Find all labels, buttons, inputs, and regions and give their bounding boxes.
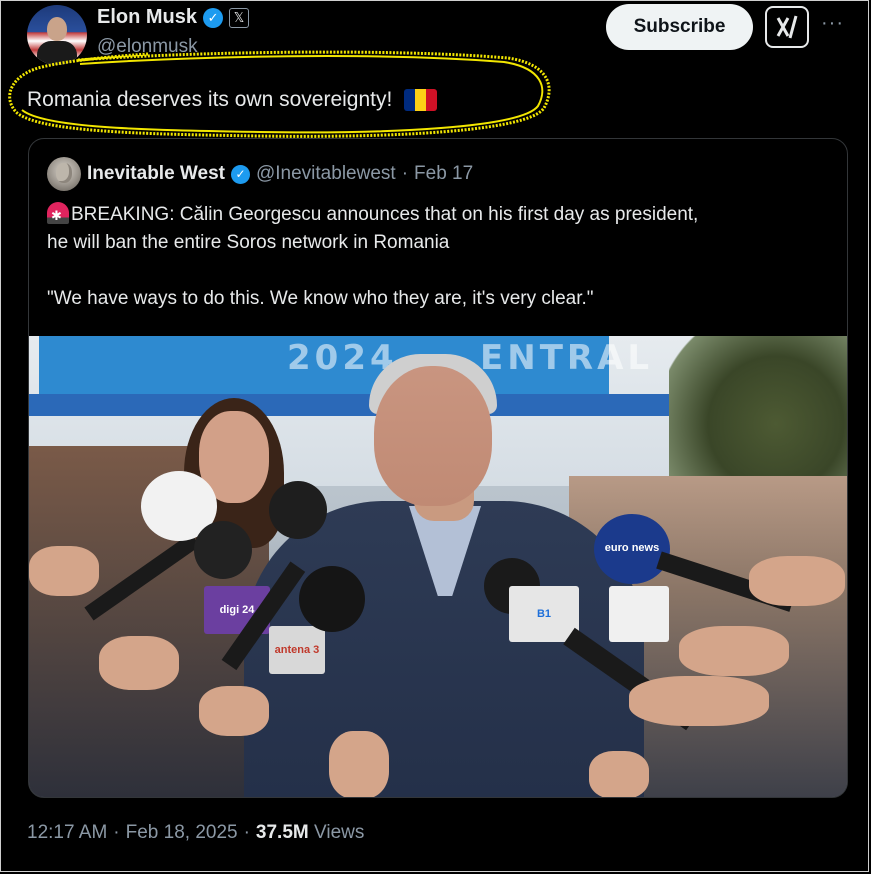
avatar-face bbox=[47, 17, 67, 41]
quoted-body: BREAKING: Călin Georgescu announces that… bbox=[47, 201, 827, 313]
quoted-separator: · bbox=[401, 163, 409, 184]
tweet-footer: 12:17 AM · Feb 18, 2025 · 37.5M Views bbox=[27, 822, 364, 844]
tweet-text-row: Romania deserves its own sovereignty! bbox=[27, 88, 438, 112]
views-count-row[interactable]: 37.5M Views bbox=[256, 822, 364, 844]
quoted-line-2: he will ban the entire Soros network in … bbox=[47, 232, 450, 253]
quoted-header: Inevitable West ✓ @Inevitablewest · Feb … bbox=[47, 157, 473, 191]
mic-flag-red bbox=[609, 586, 669, 642]
mic-head-dark-3 bbox=[299, 566, 365, 632]
tweet-date[interactable]: Feb 18, 2025 bbox=[126, 822, 238, 844]
author-handle[interactable]: @elonmusk bbox=[97, 36, 198, 58]
grok-icon[interactable] bbox=[765, 6, 809, 48]
tweet-text: Romania deserves its own sovereignty! bbox=[27, 88, 393, 111]
quoted-date[interactable]: Feb 17 bbox=[414, 163, 473, 185]
siren-icon bbox=[47, 202, 69, 230]
verified-badge-icon: ✓ bbox=[203, 7, 224, 28]
footer-separator-2: · bbox=[243, 822, 250, 843]
photo-hand-8 bbox=[749, 556, 845, 606]
author-name-row: Elon Musk ✓ 𝕏 bbox=[97, 6, 250, 29]
quoted-photo[interactable]: 2024 ... ENTRAL digi 24 antena 3 euro ne… bbox=[29, 336, 847, 797]
quoted-tweet-card[interactable]: Inevitable West ✓ @Inevitablewest · Feb … bbox=[28, 138, 848, 798]
quoted-verified-icon: ✓ bbox=[230, 164, 250, 184]
footer-separator-1: · bbox=[113, 822, 120, 843]
romania-flag-icon bbox=[404, 89, 438, 111]
views-count: 37.5M bbox=[255, 822, 309, 843]
photo-man-head bbox=[374, 366, 492, 506]
more-options-icon[interactable]: ··· bbox=[821, 12, 844, 35]
photo-hand-2 bbox=[99, 636, 179, 690]
mic-label-euronews: euro news bbox=[604, 542, 660, 554]
x-affiliate-icon: 𝕏 bbox=[229, 7, 250, 28]
photo-hand-3 bbox=[199, 686, 269, 736]
mic-head-dark-2 bbox=[194, 521, 252, 579]
photo-hand-7 bbox=[629, 676, 769, 726]
views-label: Views bbox=[314, 822, 365, 843]
photo-hand-5 bbox=[589, 751, 649, 797]
avatar-suit bbox=[37, 41, 77, 65]
subscribe-button[interactable]: Subscribe bbox=[606, 4, 753, 50]
author-avatar[interactable] bbox=[27, 5, 87, 65]
photo-stripe bbox=[29, 394, 669, 416]
mic-head-dark-1 bbox=[269, 481, 327, 539]
photo-hand-1 bbox=[29, 546, 99, 596]
quoted-handle: @Inevitablewest bbox=[255, 163, 396, 184]
photo-hand-4 bbox=[329, 731, 389, 797]
photo-hand-6 bbox=[679, 626, 789, 676]
quoted-line-1: BREAKING: Călin Georgescu announces that… bbox=[71, 204, 699, 225]
quoted-quote: "We have ways to do this. We know who th… bbox=[47, 288, 594, 309]
tweet-time[interactable]: 12:17 AM bbox=[27, 822, 107, 844]
quoted-author-name[interactable]: Inevitable West bbox=[87, 163, 225, 185]
mic-flag-b1: B1 bbox=[509, 586, 579, 642]
grok-glyph-icon bbox=[776, 15, 798, 39]
quoted-avatar[interactable] bbox=[47, 157, 81, 191]
mic-flag-antena: antena 3 bbox=[269, 626, 325, 674]
author-name[interactable]: Elon Musk bbox=[97, 6, 197, 29]
